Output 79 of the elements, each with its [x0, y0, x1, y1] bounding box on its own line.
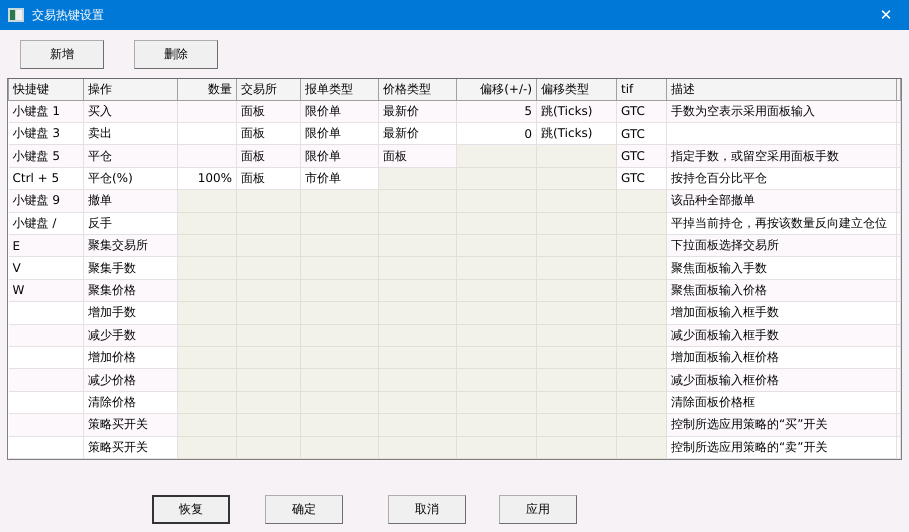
table-cell: 控制所选应用策略的“买”开关	[666, 414, 896, 436]
table-cell: Ctrl + 5	[8, 167, 84, 190]
table-cell: 增加面板输入框价格	[666, 346, 896, 369]
app-icon	[8, 8, 24, 22]
dialog-button[interactable]: 确定	[265, 495, 343, 524]
table-cell: GTC	[616, 100, 666, 122]
table-cell: 减少面板输入框价格	[666, 368, 896, 392]
table-cell: 限价单	[300, 100, 378, 122]
table-cell: 最新价	[378, 100, 456, 122]
column-header[interactable]: 快捷键	[8, 79, 84, 100]
table-cell: 面板	[236, 122, 300, 145]
table-cell: 平仓(%)	[84, 167, 178, 190]
close-button[interactable]: ✕	[863, 0, 909, 30]
table-cell: 跳(Ticks)	[536, 122, 616, 145]
table-cell: GTC	[616, 144, 666, 168]
table-cell: 聚集手数	[84, 256, 178, 280]
table-cell: 减少手数	[84, 324, 178, 346]
table-cell: 最新价	[378, 122, 456, 145]
table-cell: 市价单	[300, 167, 378, 190]
table-cell: 5	[456, 100, 536, 122]
table-cell: 聚焦面板输入价格	[666, 279, 896, 302]
table-cell: V	[8, 256, 84, 280]
table-cell: 按持仓百分比平仓	[666, 167, 896, 190]
column-header[interactable]: 偏移(+/-)	[456, 79, 536, 100]
table-cell: 增加手数	[84, 302, 178, 324]
table-cell: 小键盘 5	[8, 144, 84, 168]
toolbar-button[interactable]: 新增	[20, 40, 104, 69]
table-cell: 平掉当前持仓，再按该数量反向建立仓位	[666, 212, 896, 234]
column-header[interactable]: 交易所	[236, 79, 300, 100]
column-header[interactable]: 数量	[178, 79, 236, 100]
table-cell: 小键盘 1	[8, 100, 84, 122]
toolbar-button[interactable]: 删除	[134, 40, 218, 69]
table-cell: 买入	[84, 100, 178, 122]
table-cell: 下拉面板选择交易所	[666, 234, 896, 257]
window-title: 交易热键设置	[32, 6, 105, 24]
table-cell: 100%	[178, 167, 236, 190]
table-cell: 小键盘 3	[8, 122, 84, 145]
table-cell: 减少价格	[84, 368, 178, 392]
table-cell: 面板	[236, 144, 300, 168]
table-cell: 聚焦面板输入手数	[666, 256, 896, 280]
table-cell: 聚集价格	[84, 279, 178, 302]
table-cell: 面板	[236, 167, 300, 190]
table-cell: 手数为空表示采用面板输入	[666, 100, 896, 122]
table-cell: 策略买开关	[84, 436, 178, 458]
table-cell: W	[8, 279, 84, 302]
table-cell: 控制所选应用策略的“卖”开关	[666, 436, 896, 458]
column-header[interactable]: tif	[616, 79, 666, 100]
table-cell: 聚集交易所	[84, 234, 178, 257]
column-header[interactable]: 描述	[666, 79, 896, 100]
table-cell: 限价单	[300, 144, 378, 168]
column-header[interactable]: 价格类型	[378, 79, 456, 100]
table-cell: 该品种全部撤单	[666, 190, 896, 212]
table-cell: GTC	[616, 122, 666, 145]
table-cell: 小键盘 9	[8, 190, 84, 212]
dialog-button[interactable]: 取消	[388, 495, 466, 524]
dialog-button[interactable]: 应用	[499, 495, 577, 524]
table-cell: 策略买开关	[84, 414, 178, 436]
table-cell: 跳(Ticks)	[536, 100, 616, 122]
table-cell: 撤单	[84, 190, 178, 212]
table-cell: 减少面板输入框手数	[666, 324, 896, 346]
table-cell: GTC	[616, 167, 666, 190]
dialog-button[interactable]: 恢复	[152, 495, 230, 524]
table-cell: 限价单	[300, 122, 378, 145]
table-cell: 增加价格	[84, 346, 178, 369]
table-cell: 卖出	[84, 122, 178, 145]
table-cell: 清除面板价格框	[666, 391, 896, 414]
table-cell: E	[8, 234, 84, 257]
table-cell: 清除价格	[84, 391, 178, 414]
table-cell: 增加面板输入框手数	[666, 302, 896, 324]
column-header[interactable]: 报单类型	[300, 79, 378, 100]
table-cell: 0	[456, 122, 536, 145]
table-cell: 指定手数，或留空采用面板手数	[666, 144, 896, 168]
column-header[interactable]: 操作	[84, 79, 178, 100]
table-cell: 反手	[84, 212, 178, 234]
table-cell: 面板	[378, 144, 456, 168]
table-cell: 平仓	[84, 144, 178, 168]
column-header[interactable]: 偏移类型	[536, 79, 616, 100]
table-cell: 面板	[236, 100, 300, 122]
table-cell: 小键盘 /	[8, 212, 84, 234]
